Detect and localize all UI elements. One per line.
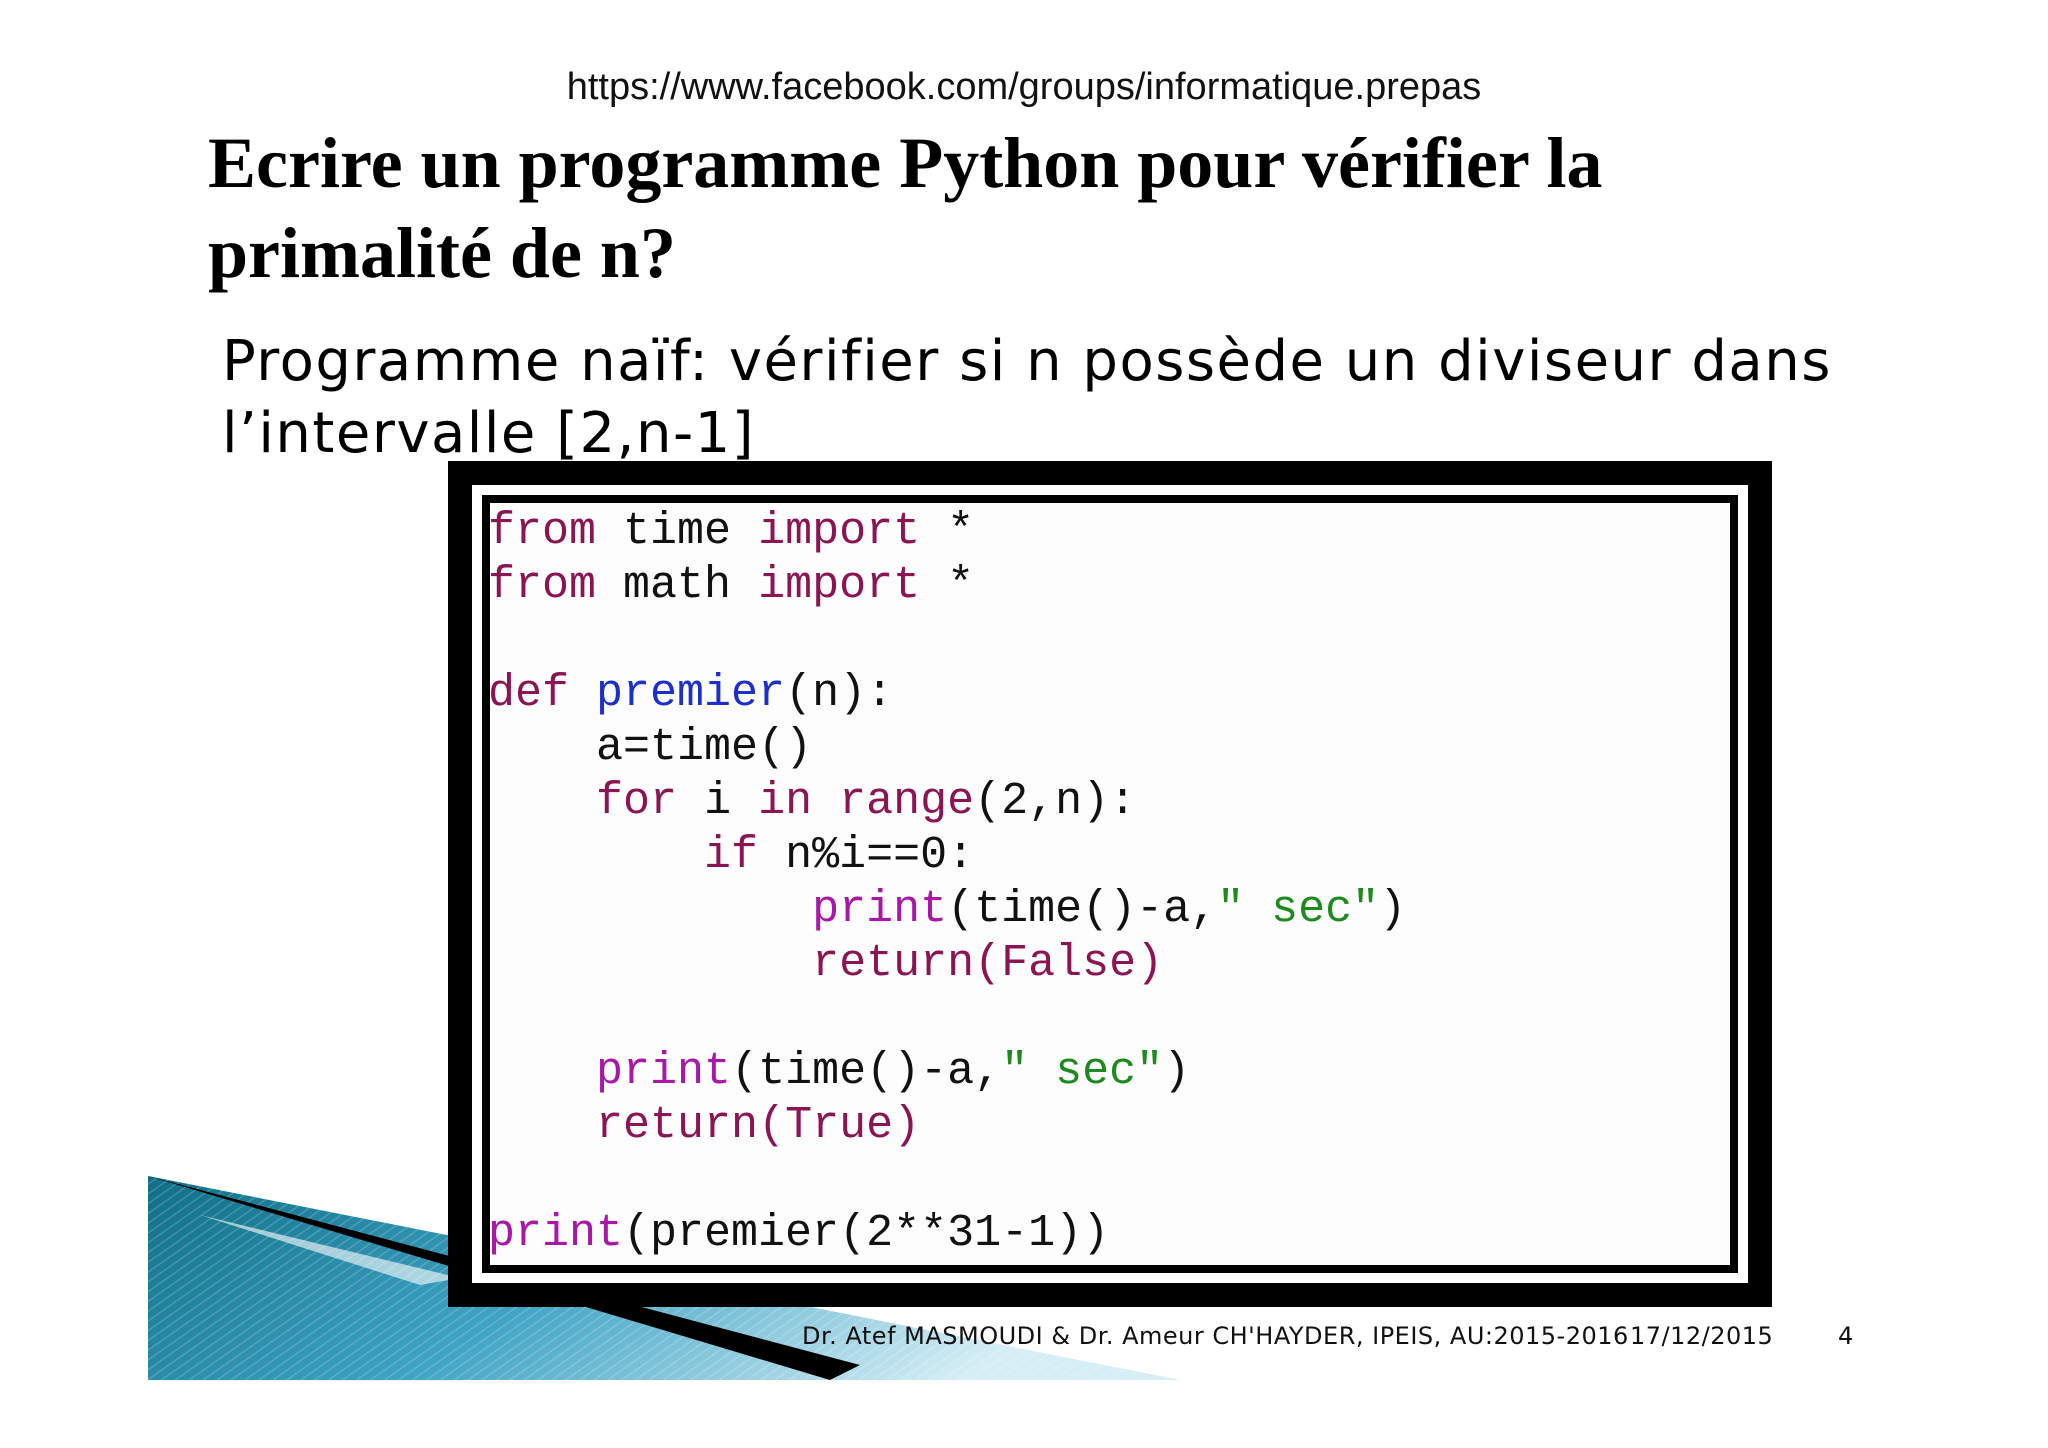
subtitle-line-2: l’intervalle [2,n-1] — [222, 401, 756, 466]
code-line: return(False) — [812, 938, 1164, 989]
code-line: print(time()-a," sec") — [812, 884, 1407, 935]
code-line: a=time() — [596, 722, 813, 773]
code-line: return(True) — [596, 1100, 921, 1151]
code-line: print(time()-a," sec") — [596, 1046, 1191, 1097]
code-line: print(premier(2**31-1)) — [488, 1208, 1110, 1259]
footer-page-number: 4 — [1838, 1322, 1854, 1350]
code-line: if n%i==0: — [704, 830, 975, 881]
footer-authors: Dr. Atef MASMOUDI & Dr. Ameur CH'HAYDER,… — [802, 1322, 1629, 1350]
code-line: def premier(n): — [488, 668, 894, 719]
code-line: from math import * — [488, 560, 975, 611]
subtitle-line-1: Programme naïf: vérifier si n possède un… — [222, 329, 1832, 394]
code-line: from time import * — [488, 506, 975, 557]
slide-subtitle: Programme naïf: vérifier si n possède un… — [222, 326, 1922, 470]
slide-title: Ecrire un programme Python pour vérifier… — [208, 118, 1908, 298]
header-url: https://www.facebook.com/groups/informat… — [566, 66, 1482, 108]
code-block: from time import * from math import * de… — [488, 505, 1406, 1261]
title-line-1: Ecrire un programme Python pour vérifier… — [208, 123, 1603, 203]
code-line: for i in range(2,n): — [596, 776, 1137, 827]
footer-date: 17/12/2015 — [1630, 1322, 1774, 1350]
title-line-2: primalité de n? — [208, 213, 676, 293]
